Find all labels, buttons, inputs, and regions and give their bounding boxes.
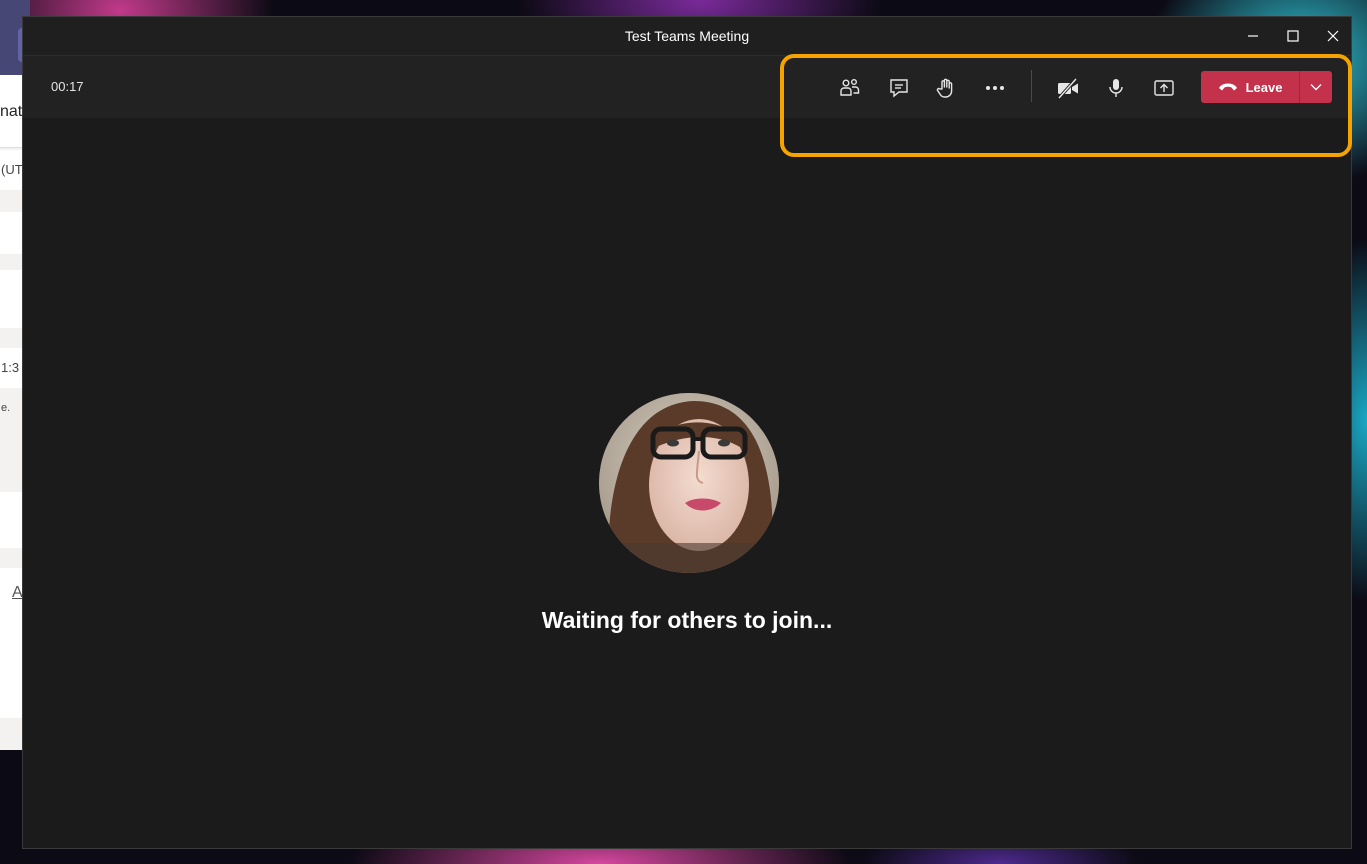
controls-highlight-outline	[780, 54, 1352, 157]
minimize-icon	[1248, 35, 1258, 37]
background-app-text: e.	[1, 402, 11, 414]
background-app-text: (UT	[1, 162, 23, 177]
window-title: Test Teams Meeting	[624, 28, 750, 44]
participant-avatar	[599, 393, 779, 573]
background-app-text: 1:3	[1, 360, 20, 375]
close-icon	[1327, 30, 1339, 42]
maximize-icon	[1287, 30, 1299, 42]
background-app-title-text: nat	[0, 103, 23, 120]
maximize-button[interactable]	[1273, 17, 1313, 55]
close-button[interactable]	[1313, 17, 1353, 55]
waiting-status-text: Waiting for others to join...	[541, 607, 833, 633]
avatar-photo	[599, 393, 779, 573]
title-bar: Test Teams Meeting	[23, 17, 1351, 56]
call-timer: 00:17	[51, 79, 84, 94]
minimize-button[interactable]	[1233, 17, 1273, 55]
